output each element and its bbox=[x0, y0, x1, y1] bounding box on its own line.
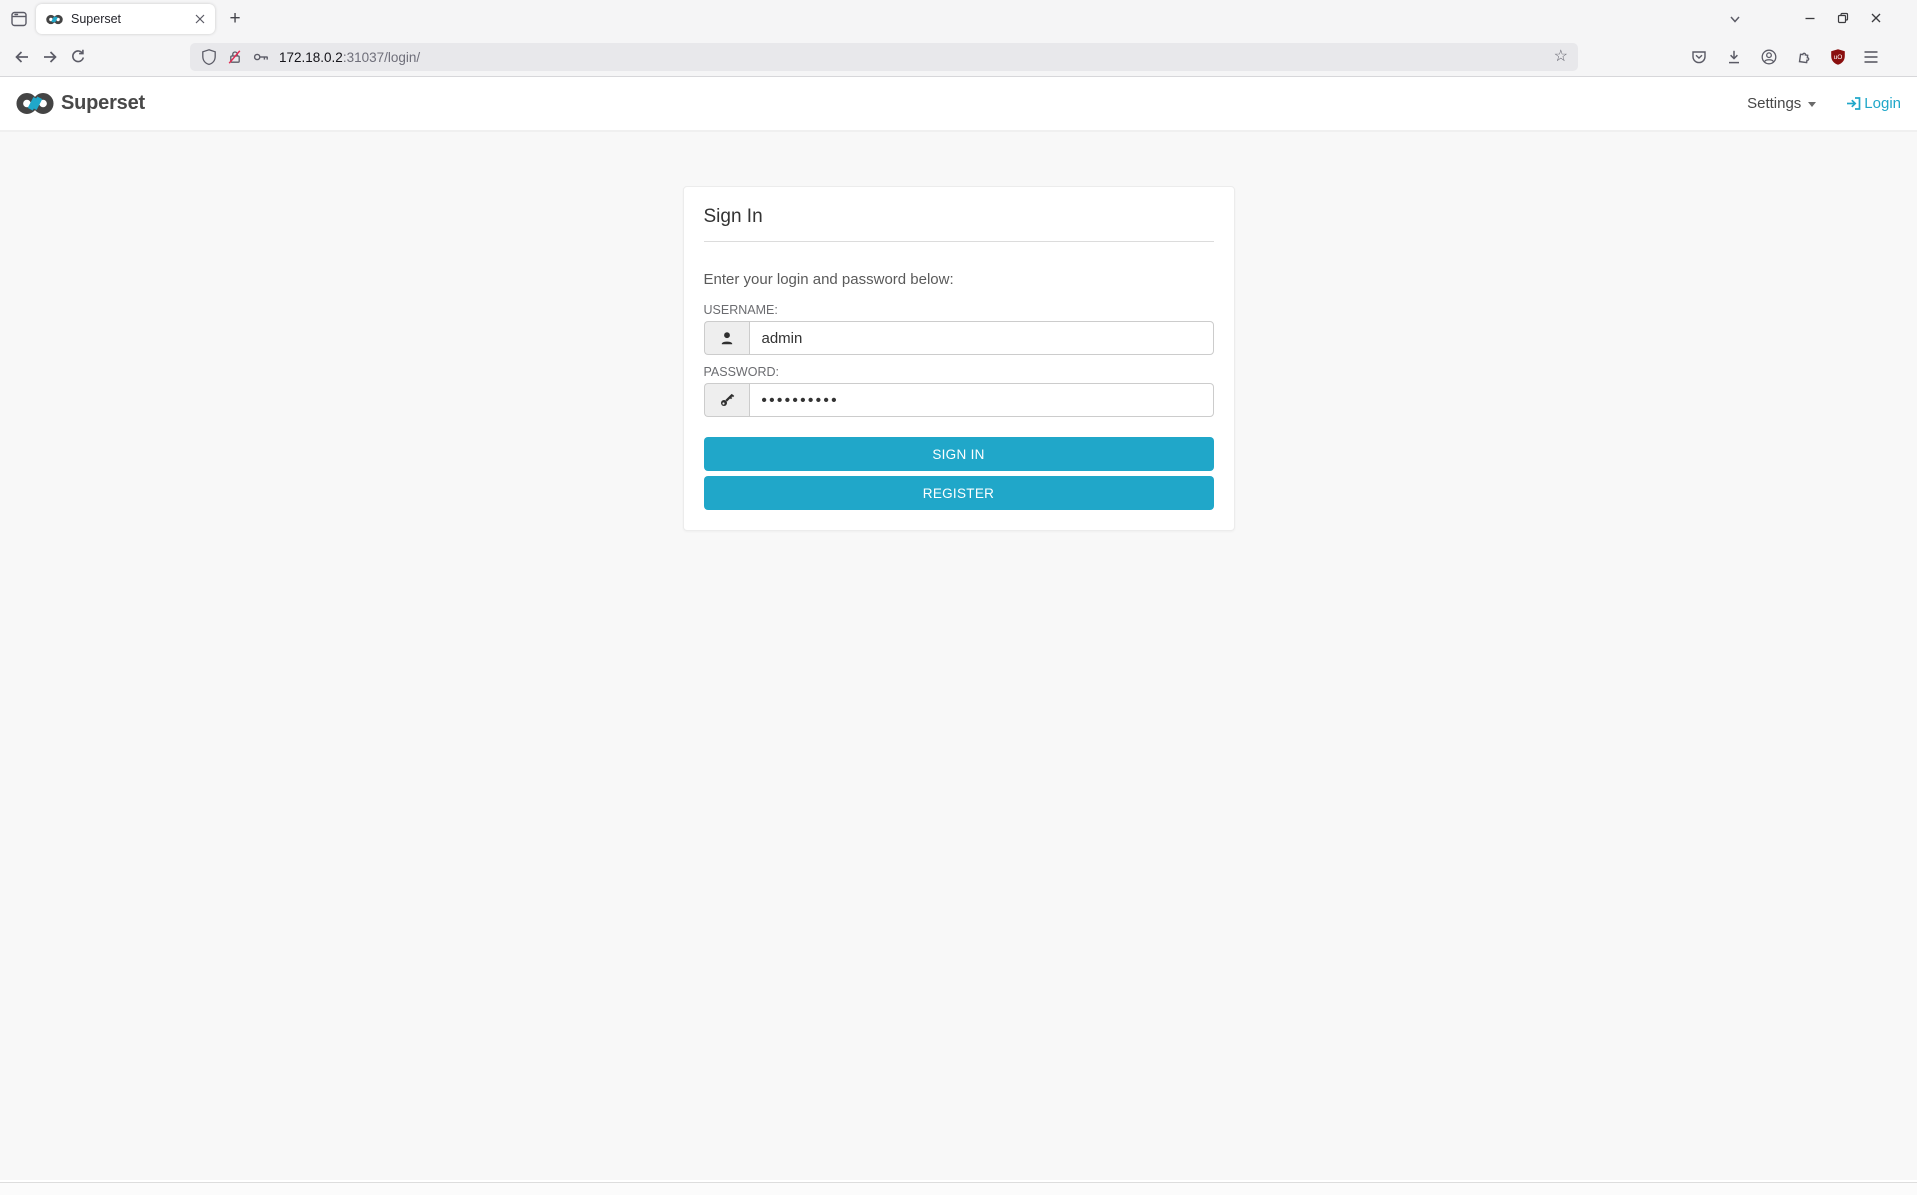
shield-icon[interactable] bbox=[200, 48, 218, 66]
settings-label: Settings bbox=[1747, 95, 1801, 112]
password-input-group bbox=[704, 383, 1214, 417]
insecure-lock-icon[interactable] bbox=[227, 49, 243, 65]
username-input[interactable] bbox=[749, 321, 1214, 355]
window-minimize-button[interactable] bbox=[1795, 5, 1825, 31]
svg-text:uO: uO bbox=[1834, 54, 1843, 61]
account-icon[interactable] bbox=[1756, 44, 1782, 70]
window-close-button[interactable] bbox=[1861, 5, 1891, 31]
sign-in-button[interactable]: SIGN IN bbox=[704, 437, 1214, 471]
username-label: USERNAME: bbox=[704, 303, 1214, 317]
settings-menu[interactable]: Settings bbox=[1747, 95, 1816, 112]
sign-in-arrow-icon bbox=[1846, 96, 1862, 111]
new-tab-button[interactable]: + bbox=[222, 6, 248, 32]
superset-navbar: Superset Settings Login bbox=[0, 77, 1917, 132]
tab-title: Superset bbox=[71, 12, 191, 26]
ublock-shield-icon[interactable]: uO bbox=[1825, 44, 1851, 70]
bookmark-star-icon[interactable]: ☆ bbox=[1554, 49, 1568, 65]
url-text: 172.18.0.2:31037/login/ bbox=[279, 50, 420, 65]
key-icon bbox=[704, 383, 749, 417]
url-bar[interactable]: 172.18.0.2:31037/login/ ☆ bbox=[190, 43, 1578, 71]
username-input-group bbox=[704, 321, 1214, 355]
browser-toolbar: 172.18.0.2:31037/login/ ☆ bbox=[0, 37, 1917, 77]
brand-name: Superset bbox=[61, 92, 145, 115]
user-icon bbox=[704, 321, 749, 355]
password-input[interactable] bbox=[749, 383, 1214, 417]
superset-logo[interactable]: Superset bbox=[16, 91, 145, 116]
back-icon[interactable] bbox=[9, 44, 35, 70]
extensions-puzzle-icon[interactable] bbox=[1791, 44, 1817, 70]
forward-icon[interactable] bbox=[37, 44, 63, 70]
download-icon[interactable] bbox=[1721, 44, 1747, 70]
tab-list-chevron-down-icon[interactable] bbox=[1722, 6, 1748, 32]
login-link[interactable]: Login bbox=[1846, 95, 1901, 112]
sign-in-title: Sign In bbox=[704, 206, 1214, 228]
page-background: Sign In Enter your login and password be… bbox=[0, 132, 1917, 1180]
login-label: Login bbox=[1864, 95, 1901, 112]
window-restore-button[interactable] bbox=[1828, 5, 1858, 31]
browser-tab-superset[interactable]: Superset bbox=[36, 4, 215, 34]
pocket-icon[interactable] bbox=[1686, 44, 1712, 70]
password-label: PASSWORD: bbox=[704, 365, 1214, 379]
reload-icon[interactable] bbox=[65, 44, 91, 70]
title-divider bbox=[704, 241, 1214, 242]
superset-infinity-icon bbox=[16, 91, 54, 116]
hamburger-menu-icon[interactable] bbox=[1858, 44, 1884, 70]
tab-close-icon[interactable] bbox=[191, 10, 209, 28]
tab-bar: Superset + bbox=[0, 0, 1917, 37]
caret-down-icon bbox=[1808, 102, 1816, 107]
firefox-view-icon[interactable] bbox=[6, 6, 32, 32]
page-footer bbox=[0, 1182, 1917, 1195]
tab-favicon-superset-icon bbox=[46, 14, 63, 25]
login-prompt: Enter your login and password below: bbox=[704, 271, 1214, 288]
register-button[interactable]: REGISTER bbox=[704, 476, 1214, 510]
browser-chrome: Superset + bbox=[0, 0, 1917, 77]
saved-login-key-icon[interactable] bbox=[252, 48, 270, 66]
sign-in-card: Sign In Enter your login and password be… bbox=[683, 186, 1235, 531]
